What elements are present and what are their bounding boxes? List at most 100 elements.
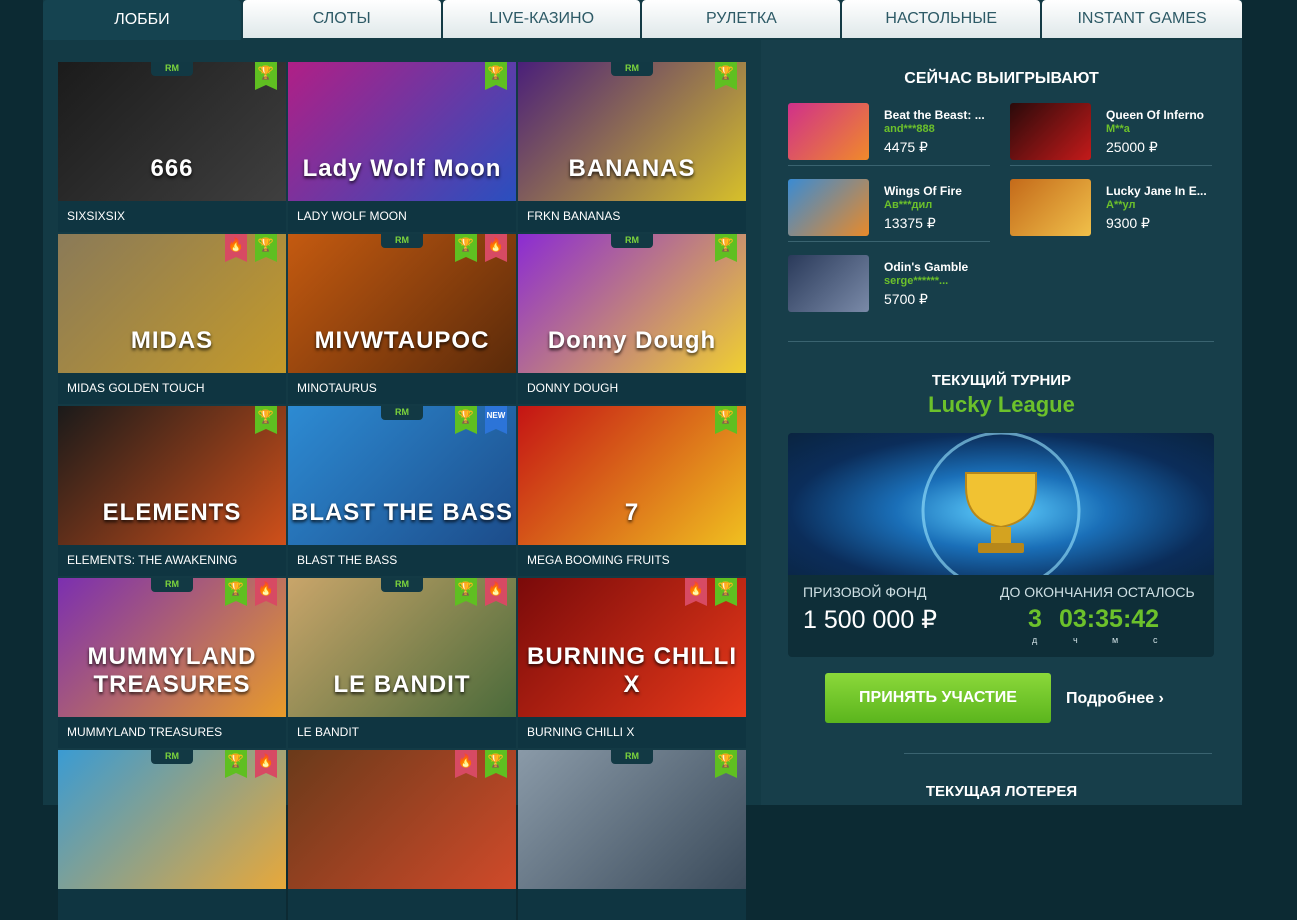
tab-lobby[interactable]: ЛОББИ bbox=[43, 0, 241, 40]
tab-roulette[interactable]: РУЛЕТКА bbox=[642, 0, 841, 38]
rm-badge: RM bbox=[381, 578, 423, 592]
unit-days: д bbox=[1032, 635, 1038, 645]
winner-item[interactable]: Beat the Beast: ... and***888 4475 ₽ bbox=[788, 103, 988, 163]
tab-live-casino[interactable]: LIVE-КАЗИНО bbox=[442, 0, 641, 38]
game-card[interactable]: 7 🏆 MEGA BOOMING FRUITS bbox=[518, 406, 746, 576]
game-title: MIDAS GOLDEN TOUCH bbox=[67, 381, 205, 395]
game-title: LE BANDIT bbox=[297, 725, 360, 739]
tab-instant-games[interactable]: INSTANT GAMES bbox=[1042, 0, 1242, 38]
game-logo: MIVWTAUPOC bbox=[314, 327, 490, 354]
unit-seconds: с bbox=[1153, 635, 1158, 645]
rm-badge: RM bbox=[611, 62, 653, 76]
game-card[interactable]: MIDAS 🏆 🔥 MIDAS GOLDEN TOUCH bbox=[58, 234, 286, 404]
game-logo: 666 bbox=[150, 155, 194, 182]
tournament-card[interactable]: ПРИЗОВОЙ ФОНД 1 500 000 ₽ ДО ОКОНЧАНИЯ О… bbox=[788, 433, 1214, 657]
game-thumbnail[interactable]: 7 🏆 bbox=[518, 406, 746, 545]
divider bbox=[788, 165, 990, 166]
prize-fund-value: 1 500 000 ₽ bbox=[803, 606, 938, 634]
tab-slots[interactable]: СЛОТЫ bbox=[242, 0, 441, 38]
game-thumbnail[interactable]: ELEMENTS 🏆 bbox=[58, 406, 286, 545]
winner-user: А**ул bbox=[1106, 199, 1136, 211]
game-logo: BANANAS bbox=[568, 155, 696, 182]
rm-badge: RM bbox=[611, 750, 653, 764]
game-card[interactable]: Lady Wolf Moon 🏆 LADY WOLF MOON bbox=[288, 62, 516, 232]
game-title: MEGA BOOMING FRUITS bbox=[527, 553, 670, 567]
game-thumbnail[interactable]: 666 RM 🏆 bbox=[58, 62, 286, 201]
game-art bbox=[58, 750, 286, 889]
winner-game-thumbnail[interactable] bbox=[1010, 179, 1091, 236]
game-thumbnail[interactable]: 🏆 🔥 bbox=[288, 750, 516, 889]
game-card[interactable]: MIVWTAUPOC RM 🔥 🏆 MINOTAURUS bbox=[288, 234, 516, 404]
tab-table-games[interactable]: НАСТОЛЬНЫЕ bbox=[842, 0, 1041, 38]
winner-game-thumbnail[interactable] bbox=[788, 255, 869, 312]
game-thumbnail[interactable]: Donny Dough RM 🏆 bbox=[518, 234, 746, 373]
timer-days: 3 bbox=[1028, 605, 1042, 633]
winner-item[interactable]: Lucky Jane In E... А**ул 9300 ₽ bbox=[1010, 179, 1210, 239]
join-tournament-button[interactable]: ПРИНЯТЬ УЧАСТИЕ bbox=[825, 673, 1051, 723]
winner-user: and***888 bbox=[884, 123, 935, 135]
rm-badge: RM bbox=[381, 406, 423, 420]
game-thumbnail[interactable]: LE BANDIT RM 🔥 🏆 bbox=[288, 578, 516, 717]
divider bbox=[1010, 165, 1212, 166]
rm-badge: RM bbox=[381, 234, 423, 248]
game-thumbnail[interactable]: Lady Wolf Moon 🏆 bbox=[288, 62, 516, 201]
game-logo: LE BANDIT bbox=[333, 671, 471, 698]
winner-amount: 4475 ₽ bbox=[884, 139, 928, 155]
winner-user: Ав***дил bbox=[884, 199, 933, 211]
tournament-title: ТЕКУЩИЙ ТУРНИР bbox=[931, 372, 1072, 389]
game-thumbnail[interactable]: BANANAS RM 🏆 bbox=[518, 62, 746, 201]
winners-title: СЕЙЧАС ВЫИГРЫВАЮТ bbox=[904, 70, 1099, 87]
winner-game-thumbnail[interactable] bbox=[788, 179, 869, 236]
winner-game-name[interactable]: Wings Of Fire bbox=[884, 184, 992, 198]
winner-item[interactable]: Wings Of Fire Ав***дил 13375 ₽ bbox=[788, 179, 988, 239]
more-label: Подробнее bbox=[1066, 690, 1155, 707]
winner-game-name[interactable]: Queen Of Inferno bbox=[1106, 108, 1214, 122]
winner-amount: 5700 ₽ bbox=[884, 291, 928, 307]
game-card[interactable]: RM 🔥 🏆 bbox=[58, 750, 286, 920]
game-card[interactable]: BANANAS RM 🏆 FRKN BANANAS bbox=[518, 62, 746, 232]
game-title: MINOTAURUS bbox=[297, 381, 377, 395]
winner-game-thumbnail[interactable] bbox=[788, 103, 869, 160]
game-card[interactable]: 🏆 🔥 bbox=[288, 750, 516, 920]
game-thumbnail[interactable]: RM 🔥 🏆 bbox=[58, 750, 286, 889]
game-thumbnail[interactable]: RM 🏆 bbox=[518, 750, 746, 889]
game-thumbnail[interactable]: BURNING CHILLI X 🏆 🔥 bbox=[518, 578, 746, 717]
trophy-icon bbox=[921, 433, 1081, 591]
divider bbox=[904, 753, 1212, 754]
rm-badge: RM bbox=[151, 62, 193, 76]
winner-game-name[interactable]: Lucky Jane In E... bbox=[1106, 184, 1214, 198]
game-logo: 7 bbox=[624, 499, 640, 526]
winner-game-thumbnail[interactable] bbox=[1010, 103, 1091, 160]
winner-game-name[interactable]: Odin's Gamble bbox=[884, 260, 992, 274]
game-thumbnail[interactable]: MIVWTAUPOC RM 🔥 🏆 bbox=[288, 234, 516, 373]
game-card[interactable]: LE BANDIT RM 🔥 🏆 LE BANDIT bbox=[288, 578, 516, 748]
timer-time: 03:35:42 bbox=[1059, 605, 1160, 633]
game-card[interactable]: Donny Dough RM 🏆 DONNY DOUGH bbox=[518, 234, 746, 404]
game-card[interactable]: BURNING CHILLI X 🏆 🔥 BURNING CHILLI X bbox=[518, 578, 746, 748]
rm-badge: RM bbox=[151, 750, 193, 764]
tournament-name: Lucky League bbox=[928, 392, 1075, 417]
winner-game-name[interactable]: Beat the Beast: ... bbox=[884, 108, 992, 122]
winner-user: serge******... bbox=[884, 275, 949, 287]
game-card[interactable]: 666 RM 🏆 SIXSIXSIX bbox=[58, 62, 286, 232]
unit-hours: ч bbox=[1073, 635, 1078, 645]
winner-item[interactable]: Queen Of Inferno M**a 25000 ₽ bbox=[1010, 103, 1210, 163]
game-title: DONNY DOUGH bbox=[527, 381, 619, 395]
more-link[interactable]: Подробнее › bbox=[1066, 690, 1164, 708]
game-card[interactable]: MUMMYLAND TREASURES RM 🔥 🏆 MUMMYLAND TREASUR… bbox=[58, 578, 286, 748]
game-thumbnail[interactable]: BLAST THE BASS RM NEW 🏆 bbox=[288, 406, 516, 545]
game-card[interactable]: ELEMENTS 🏆 ELEMENTS: THE AWAKENING bbox=[58, 406, 286, 576]
game-thumbnail[interactable]: MUMMYLAND TREASURES RM 🔥 🏆 bbox=[58, 578, 286, 717]
game-title: FRKN BANANAS bbox=[527, 209, 621, 223]
game-logo: BURNING CHILLI X bbox=[527, 643, 737, 698]
game-title: SIXSIXSIX bbox=[67, 209, 126, 223]
game-art bbox=[288, 750, 516, 889]
game-logo: MUMMYLAND TREASURES bbox=[87, 643, 257, 698]
game-card[interactable]: BLAST THE BASS RM NEW 🏆 BLAST THE BASS bbox=[288, 406, 516, 576]
game-thumbnail[interactable]: MIDAS 🏆 🔥 bbox=[58, 234, 286, 373]
game-card[interactable]: RM 🏆 bbox=[518, 750, 746, 920]
time-left-label: ДО ОКОНЧАНИЯ ОСТАЛОСЬ bbox=[1000, 584, 1195, 600]
game-title: ELEMENTS: THE AWAKENING bbox=[67, 553, 238, 567]
game-logo: ELEMENTS bbox=[102, 499, 242, 526]
winner-item[interactable]: Odin's Gamble serge******... 5700 ₽ bbox=[788, 255, 988, 315]
